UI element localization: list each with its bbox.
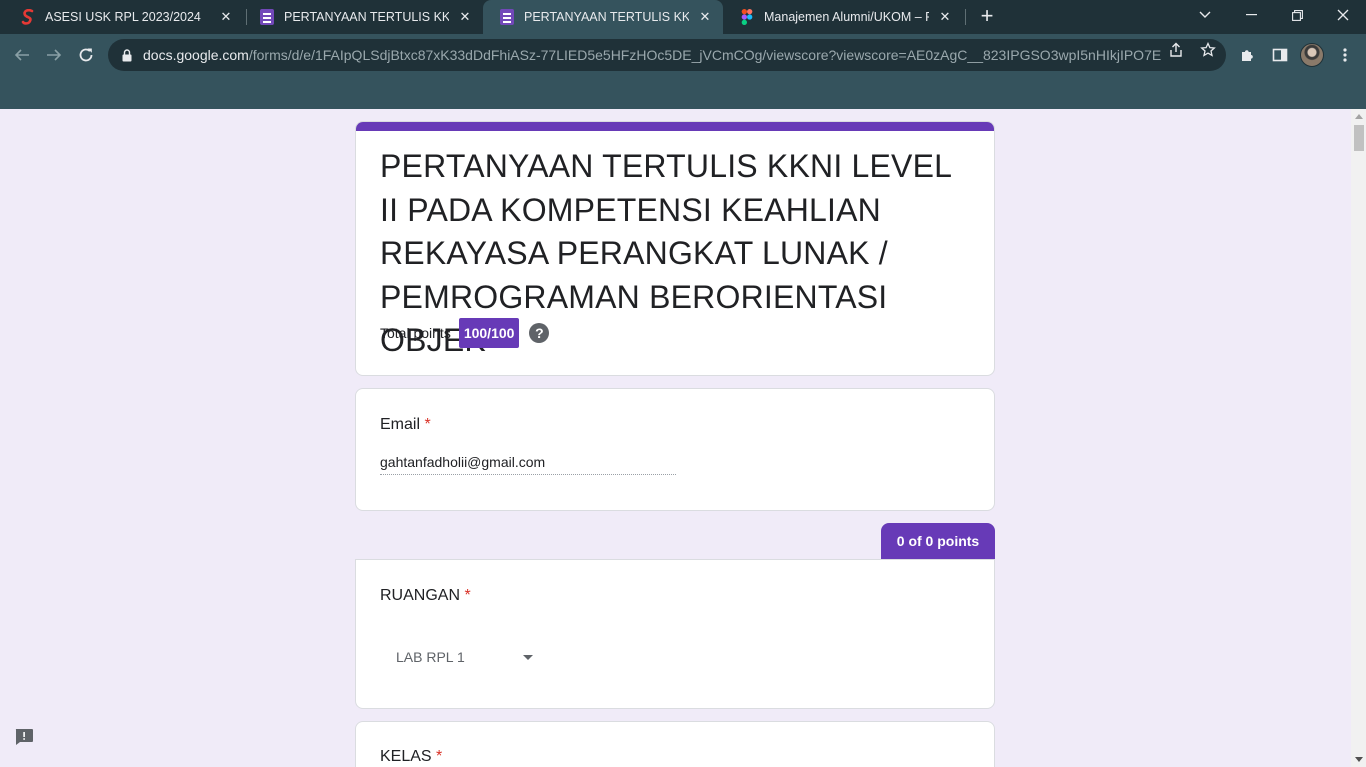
menu-kebab-icon[interactable]	[1333, 43, 1357, 67]
help-icon[interactable]: ?	[529, 323, 550, 343]
minimize-icon[interactable]	[1228, 0, 1274, 30]
tab-separator	[965, 9, 966, 25]
tab-pertanyaan-1[interactable]: PERTANYAAN TERTULIS KKNI LEVEL II ✕	[243, 0, 483, 34]
kelas-question-card: KELAS *	[355, 721, 995, 767]
close-icon[interactable]: ✕	[455, 7, 475, 27]
required-asterisk: *	[436, 748, 443, 765]
dropdown-arrow-icon	[523, 654, 533, 660]
url-host: docs.google.com	[143, 47, 249, 63]
new-tab-plus-icon[interactable]: +	[976, 5, 998, 27]
profile-avatar[interactable]	[1300, 43, 1324, 67]
google-forms-icon	[499, 9, 515, 25]
tab-title: PERTANYAAN TERTULIS KKNI LEVEL II	[524, 10, 689, 24]
form-page: PERTANYAAN TERTULIS KKNI LEVEL II PADA K…	[0, 109, 1366, 767]
total-points-row: Total points 100/100 ?	[380, 318, 550, 348]
reload-icon[interactable]	[74, 43, 98, 67]
tab-title: ASESI USK RPL 2023/2024	[45, 10, 201, 24]
ruangan-question-card: RUANGAN * LAB RPL 1	[355, 559, 995, 709]
tab-title: Manajemen Alumni/UKOM – Figma	[764, 10, 929, 24]
ruangan-dropdown[interactable]: LAB RPL 1	[380, 642, 550, 672]
tab-title: PERTANYAAN TERTULIS KKNI LEVEL II	[284, 10, 449, 24]
restore-icon[interactable]	[1274, 0, 1320, 30]
close-icon[interactable]: ✕	[695, 7, 715, 27]
back-arrow-icon[interactable]	[10, 43, 34, 67]
tab-figma[interactable]: Manajemen Alumni/UKOM – Figma ✕	[723, 0, 963, 34]
form-title-card: PERTANYAAN TERTULIS KKNI LEVEL II PADA K…	[355, 121, 995, 376]
address-bar[interactable]: docs.google.com/forms/d/e/1FAIpQLSdjBtxc…	[108, 39, 1226, 71]
close-icon[interactable]: ✕	[216, 7, 236, 27]
ruangan-label: RUANGAN *	[380, 587, 471, 605]
total-points-badge: 100/100	[458, 318, 520, 348]
close-icon[interactable]: ✕	[935, 7, 955, 27]
required-asterisk: *	[464, 587, 471, 604]
required-asterisk: *	[424, 416, 431, 433]
email-label: Email *	[380, 416, 431, 434]
scroll-down-arrow-icon[interactable]	[1355, 757, 1363, 762]
page-scrollbar[interactable]	[1351, 109, 1366, 767]
url-path: /forms/d/e/1FAIpQLSdjBtxc87xK33dDdFhiASz…	[248, 47, 1161, 63]
share-icon[interactable]	[1168, 42, 1184, 58]
close-window-icon[interactable]	[1320, 0, 1366, 30]
email-question-card: Email * gahtanfadholii@gmail.com	[355, 388, 995, 511]
question-score-badge: 0 of 0 points	[881, 523, 995, 559]
scroll-up-arrow-icon[interactable]	[1355, 114, 1363, 119]
total-points-label: Total points	[380, 325, 451, 341]
ruangan-selected-value: LAB RPL 1	[396, 649, 465, 665]
browser-tab-strip: ASESI USK RPL 2023/2024 ✕ PERTANYAAN TER…	[0, 0, 1366, 34]
side-panel-icon[interactable]	[1268, 43, 1292, 67]
kelas-label: KELAS *	[380, 748, 442, 766]
tab-asesi[interactable]: ASESI USK RPL 2023/2024 ✕	[4, 0, 244, 34]
email-label-text: Email	[380, 416, 421, 433]
figma-icon	[739, 9, 755, 25]
bookmarks-bar	[0, 76, 1366, 109]
url-text[interactable]: docs.google.com/forms/d/e/1FAIpQLSdjBtxc…	[143, 47, 1161, 63]
browser-toolbar: docs.google.com/forms/d/e/1FAIpQLSdjBtxc…	[0, 34, 1366, 76]
extensions-puzzle-icon[interactable]	[1236, 43, 1260, 67]
accent-bar	[356, 122, 994, 131]
scrollbar-thumb[interactable]	[1354, 125, 1364, 151]
bookmark-star-icon[interactable]	[1200, 42, 1216, 58]
tab-pertanyaan-2-active[interactable]: PERTANYAAN TERTULIS KKNI LEVEL II ✕	[483, 0, 723, 34]
forward-arrow-icon[interactable]	[42, 43, 66, 67]
lock-icon[interactable]	[120, 48, 134, 62]
report-feedback-icon[interactable]	[14, 728, 34, 746]
tab-search-chevron-icon[interactable]	[1182, 0, 1228, 30]
ruangan-label-text: RUANGAN	[380, 587, 461, 604]
kelas-label-text: KELAS	[380, 748, 432, 765]
email-field: gahtanfadholii@gmail.com	[380, 454, 676, 475]
app-s-icon	[20, 9, 36, 25]
google-forms-icon	[259, 9, 275, 25]
